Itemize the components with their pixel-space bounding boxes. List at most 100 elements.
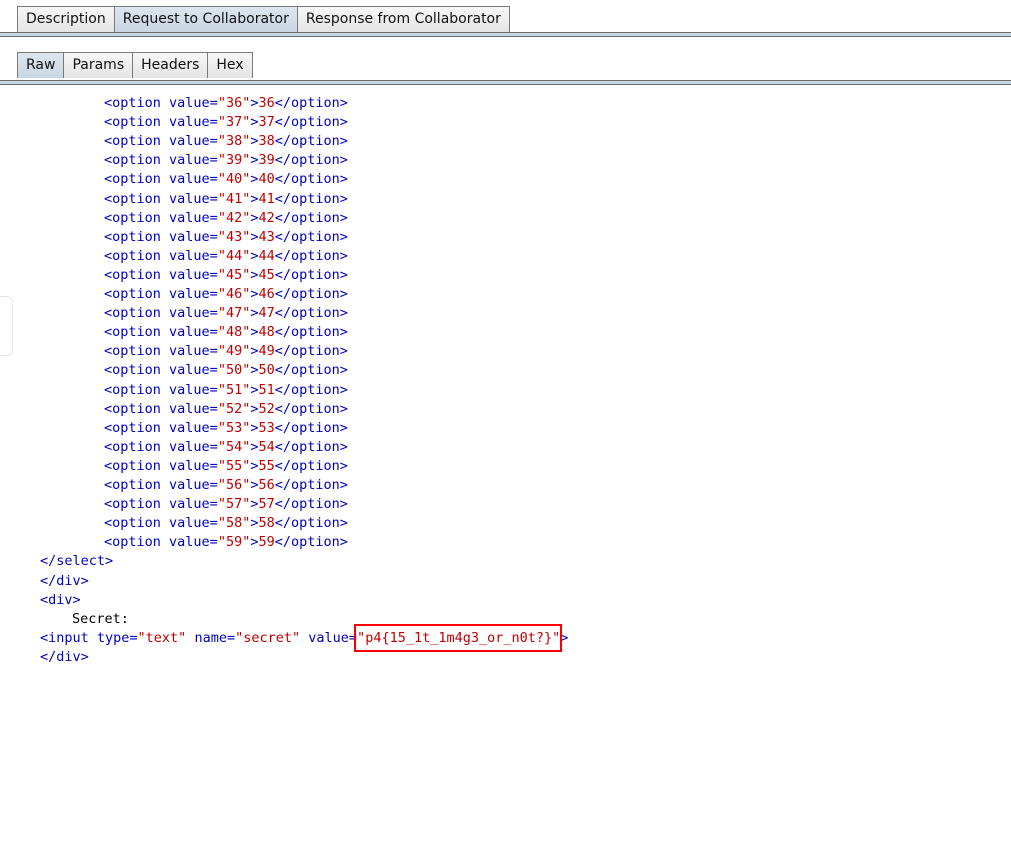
option-attr: value= — [169, 114, 218, 131]
option-attr: value= — [169, 190, 218, 207]
option-tag-close: </option> — [274, 343, 348, 360]
code-line: <option value="52">52</option> — [104, 400, 348, 418]
input-tag-open: <input — [40, 629, 97, 646]
option-attr: value= — [169, 381, 218, 398]
subtab-hex[interactable]: Hex — [207, 52, 253, 78]
option-label: 55 — [258, 457, 275, 474]
option-tag-close: </option> — [274, 534, 348, 551]
option-label: 40 — [258, 171, 275, 188]
option-tag-close: </option> — [274, 400, 348, 417]
div-close-tag: </div> — [40, 572, 89, 589]
input-attr: value= — [308, 629, 358, 646]
option-tag-open: <option — [104, 496, 170, 513]
code-line: <option value="44">44</option> — [104, 247, 348, 265]
option-tag-open: <option — [104, 247, 170, 264]
input-tag: <input type="text" name="secret" — [40, 630, 308, 646]
option-attr: value= — [169, 133, 218, 150]
option-label: 48 — [258, 324, 275, 341]
input-type-value: "text" — [137, 629, 187, 646]
option-tag-open: <option — [104, 343, 170, 360]
option-value: "56" — [217, 477, 251, 493]
option-attr: value= — [169, 266, 218, 283]
option-tag-close: </option> — [274, 152, 348, 169]
option-value: "58" — [217, 515, 251, 532]
code-line: <option value="42">42</option> — [104, 209, 348, 227]
option-label: 36 — [258, 95, 275, 111]
code-line: </div> — [40, 648, 89, 666]
option-value: "51" — [217, 381, 251, 398]
code-line: <option value="58">58</option> — [104, 514, 348, 532]
code-line: <option value="56">56</option> — [104, 476, 348, 494]
option-label: 44 — [258, 247, 275, 264]
tab-divider — [0, 32, 1011, 37]
option-tag-open: <option — [104, 266, 170, 283]
input-name-value: "secret" — [235, 629, 301, 646]
option-attr: value= — [169, 419, 218, 436]
option-value: "37" — [217, 114, 251, 131]
tab-description[interactable]: Description — [17, 6, 115, 32]
option-attr: value= — [169, 171, 218, 188]
code-line: <option value="54">54</option> — [104, 438, 348, 456]
option-tag-open: <option — [104, 228, 170, 245]
option-tag-open: <option — [104, 515, 170, 532]
option-tag-close: </option> — [274, 286, 348, 302]
input-attr: type= — [96, 629, 138, 646]
option-attr: value= — [169, 228, 218, 245]
option-value: "36" — [217, 95, 251, 111]
option-tag-close: </option> — [274, 305, 348, 322]
option-label: 57 — [258, 496, 275, 513]
code-line: <option value="39">39</option> — [104, 151, 348, 169]
option-attr: value= — [169, 209, 218, 226]
subtab-headers[interactable]: Headers — [132, 52, 209, 78]
code-line: <option value="59">59</option> — [104, 533, 348, 551]
option-value: "46" — [217, 286, 251, 302]
option-attr: value= — [169, 515, 218, 532]
option-tag-close: </option> — [274, 247, 348, 264]
code-line: <option value="47">47</option> — [104, 304, 348, 322]
option-tag-close: </option> — [274, 362, 348, 379]
option-value: "39" — [217, 152, 251, 169]
option-tag-open: <option — [104, 171, 170, 188]
option-value: "49" — [217, 343, 251, 360]
option-tag-open: <option — [104, 324, 170, 341]
option-value: "53" — [217, 419, 251, 436]
option-tag-open: <option — [104, 95, 170, 111]
option-label: 56 — [258, 477, 275, 493]
option-label: 47 — [258, 305, 275, 322]
option-attr: value= — [169, 438, 218, 455]
subtab-params[interactable]: Params — [63, 52, 134, 78]
option-tag-open: <option — [104, 152, 170, 169]
secret-label: Secret: — [72, 610, 129, 627]
code-line: <option value="45">45</option> — [104, 266, 348, 284]
div-close-tag: </div> — [40, 648, 89, 665]
option-label: 45 — [258, 266, 275, 283]
option-label: 41 — [258, 190, 275, 207]
option-label: 37 — [258, 114, 275, 131]
tab-bar: Description Request to Collaborator Respon… — [0, 0, 1011, 38]
code-line: <option value="51">51</option> — [104, 381, 348, 399]
tab-request-to-collaborator[interactable]: Request to Collaborator — [113, 6, 298, 32]
option-tag-open: <option — [104, 362, 170, 379]
code-line: <option value="38">38</option> — [104, 132, 348, 150]
option-value: "41" — [217, 190, 251, 207]
option-value: "54" — [217, 438, 251, 455]
subtab-raw[interactable]: Raw — [17, 52, 65, 78]
code-line: <option value="36">36</option> — [104, 94, 348, 112]
select-close-tag: </select> — [40, 553, 114, 570]
option-tag-open: <option — [104, 477, 170, 493]
option-value: "48" — [217, 324, 251, 341]
option-label: 59 — [258, 534, 275, 551]
option-tag-close: </option> — [274, 515, 348, 532]
div-open-tag: <div> — [40, 591, 81, 608]
code-line: <option value="43">43</option> — [104, 228, 348, 246]
raw-code-view[interactable]: <option value="36">36</option> <option va… — [0, 86, 1011, 855]
code-line: <option value="57">57</option> — [104, 495, 348, 513]
option-attr: value= — [169, 95, 218, 111]
option-tag-close: </option> — [274, 228, 348, 245]
tab-response-from-collaborator[interactable]: Response from Collaborator — [296, 6, 510, 32]
option-tag-open: <option — [104, 534, 170, 551]
option-value: "52" — [217, 400, 251, 417]
option-tag-open: <option — [104, 209, 170, 226]
code-line: <option value="48">48</option> — [104, 323, 348, 341]
option-tag-close: </option> — [274, 419, 348, 436]
